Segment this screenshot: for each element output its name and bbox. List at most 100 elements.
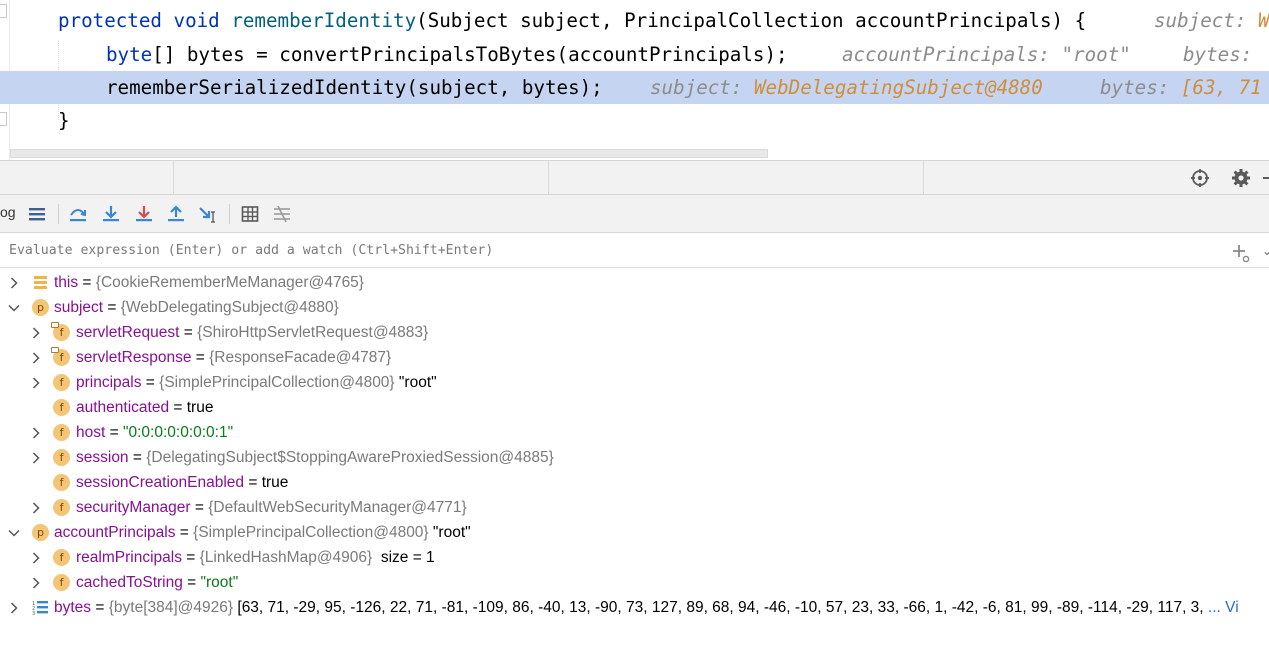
inline-hint-label: bytes: [1100, 76, 1170, 99]
tree-row-securityManager[interactable]: f securityManager = {DefaultWebSecurityM… [0, 495, 1269, 520]
show-frames-menu-icon[interactable] [26, 203, 48, 225]
variable-name: principals [76, 374, 142, 391]
variable-name: bytes [54, 599, 92, 616]
crosshair-icon[interactable] [1189, 167, 1211, 189]
chevron-right-icon[interactable] [30, 420, 42, 445]
parameter-icon: p [32, 299, 49, 316]
minimize-icon[interactable] [1262, 167, 1269, 189]
chevron-right-icon[interactable] [8, 270, 20, 295]
tree-row-authenticated[interactable]: f authenticated = true [0, 395, 1269, 420]
variable-type: {SimplePrincipalCollection@4800} [193, 524, 429, 541]
equals-sign: = [141, 374, 160, 391]
field-icon: f [53, 449, 70, 466]
tree-row-subject[interactable]: p subject = {WebDelegatingSubject@4880} [0, 295, 1269, 320]
variable-type: {DefaultWebSecurityManager@4771} [208, 499, 467, 516]
field-icon: f [53, 474, 70, 491]
chevron-right-icon[interactable] [30, 545, 42, 570]
keyword: byte [106, 43, 153, 66]
method-name: rememberIdentity [231, 9, 417, 32]
add-watch-icon[interactable] [1231, 243, 1251, 263]
variable-name: cachedToString [76, 574, 183, 591]
chevron-down-icon[interactable] [8, 295, 20, 320]
toolbar-divider [58, 204, 59, 224]
pane-divider[interactable] [923, 161, 924, 194]
inline-hint-label: subject: [1154, 9, 1247, 32]
variable-name: subject [54, 299, 104, 316]
evaluate-expression-icon[interactable] [239, 203, 261, 225]
tree-row-servletResponse[interactable]: f servletResponse = {ResponseFacade@4787… [0, 345, 1269, 370]
field-icon: f [53, 399, 70, 416]
chevron-right-icon[interactable] [30, 445, 42, 470]
chevron-right-icon[interactable] [30, 345, 42, 370]
chevron-right-icon[interactable] [8, 595, 20, 620]
field-icon: f [51, 347, 70, 366]
view-link[interactable]: ... Vi [1208, 599, 1239, 616]
tree-row-this[interactable]: this = {CookieRememberMeManager@4765} [0, 270, 1269, 295]
code-line-4[interactable]: } [0, 104, 1269, 137]
tree-row-principals[interactable]: f principals = {SimplePrincipalCollectio… [0, 370, 1269, 395]
parameter-icon: p [32, 524, 49, 541]
variable-name: sessionCreationEnabled [76, 474, 245, 491]
keyword: void [173, 9, 220, 32]
equals-sign: = [191, 349, 210, 366]
evaluate-expression-bar: ⌄ [0, 234, 1269, 268]
variable-value: true [186, 399, 214, 416]
variable-name: securityManager [76, 499, 191, 516]
field-icon: f [53, 549, 70, 566]
variables-tree: this = {CookieRememberMeManager@4765} p … [0, 270, 1269, 647]
pane-divider[interactable] [548, 161, 549, 194]
static-fields-icon [32, 274, 49, 291]
force-step-into-icon[interactable] [133, 203, 155, 225]
variable-name: host [76, 424, 106, 441]
tree-row-servletRequest[interactable]: f servletRequest = {ShiroHttpServletRequ… [0, 320, 1269, 345]
step-out-icon[interactable] [165, 203, 187, 225]
variable-value: [63, 71, -29, 95, -126, 22, 71, -81, -10… [233, 599, 1208, 616]
equals-sign: = [91, 599, 109, 616]
field-icon: f [53, 574, 70, 591]
inline-hint: bytes: [1183, 43, 1264, 66]
chevron-right-icon[interactable] [30, 370, 42, 395]
chevron-right-icon[interactable] [30, 570, 42, 595]
variable-value: size = 1 [372, 549, 435, 566]
toolbar-divider [229, 204, 230, 224]
code-line-1[interactable]: protected void rememberIdentity(Subject … [0, 4, 1269, 37]
trace-stream-icon[interactable] [271, 203, 293, 225]
chevron-down-icon[interactable] [8, 520, 20, 545]
tree-row-accountPrincipals[interactable]: p accountPrincipals = {SimplePrincipalCo… [0, 520, 1269, 545]
tree-row-realmPrincipals[interactable]: f realmPrincipals = {LinkedHashMap@4906}… [0, 545, 1269, 570]
chevron-right-icon[interactable] [30, 320, 42, 345]
debugger-toolbar: og [0, 195, 1269, 233]
run-to-cursor-icon[interactable] [198, 203, 220, 225]
code-editor[interactable]: protected void rememberIdentity(Subject … [0, 0, 1269, 160]
keyword: protected [58, 9, 162, 32]
tree-row-session[interactable]: f session = {DelegatingSubject$StoppingA… [0, 445, 1269, 470]
inline-hint-value: W [1257, 9, 1269, 32]
console-tab-label[interactable]: og [0, 204, 16, 220]
array-icon: 123 [32, 599, 49, 617]
step-into-icon[interactable] [100, 203, 122, 225]
chevron-right-icon[interactable] [30, 495, 42, 520]
evaluate-expression-input[interactable] [0, 234, 1225, 267]
code-text: [] bytes = convertPrincipalsToBytes(acco… [152, 43, 788, 66]
variable-type: {LinkedHashMap@4906} [199, 549, 373, 566]
gear-icon[interactable] [1230, 167, 1252, 189]
equals-sign: = [244, 474, 262, 491]
horizontal-scrollbar[interactable] [10, 149, 768, 158]
inline-hint-label: subject: [650, 76, 743, 99]
equals-sign: = [78, 274, 96, 291]
field-icon: f [53, 374, 70, 391]
inline-hint-value: WebDelegatingSubject@4880 [753, 76, 1043, 99]
equals-sign: = [169, 399, 187, 416]
execution-line[interactable]: rememberSerializedIdentity(subject, byte… [0, 71, 1269, 104]
variable-value: "root" [200, 574, 239, 591]
pane-divider[interactable] [173, 161, 174, 194]
step-over-icon[interactable] [67, 203, 89, 225]
tree-row-bytes[interactable]: 123 bytes = {byte[384]@4926} [63, 71, -2… [0, 595, 1269, 620]
tree-row-cachedToString[interactable]: f cachedToString = "root" [0, 570, 1269, 595]
code-line-2[interactable]: byte[] bytes = convertPrincipalsToBytes(… [0, 38, 1269, 71]
variable-type: {ResponseFacade@4787} [209, 349, 392, 366]
tree-row-sessionCreationEnabled[interactable]: f sessionCreationEnabled = true [0, 470, 1269, 495]
equals-sign: = [103, 299, 121, 316]
tree-row-host[interactable]: f host = "0:0:0:0:0:0:0:1" [0, 420, 1269, 445]
chevron-down-icon[interactable]: ⌄ [1262, 244, 1269, 258]
